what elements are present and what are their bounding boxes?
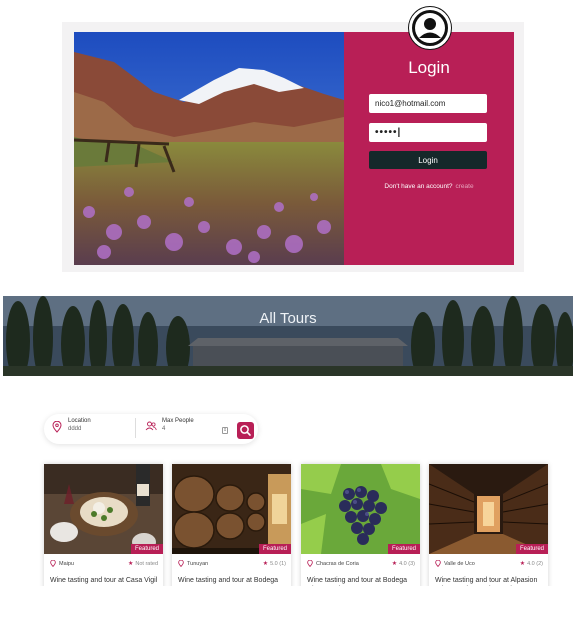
tour-title[interactable]: Wine tasting and tour at Bodega	[178, 576, 288, 585]
tour-card[interactable]: Featured Chacras de Coria ★ 4.0 (3) Wine…	[301, 464, 420, 594]
search-divider	[135, 418, 136, 438]
featured-badge: Featured	[130, 544, 163, 554]
tour-title[interactable]: Wine tasting and tour at Casa Vigil	[50, 576, 160, 585]
card-rating: ★ 4.0 (3)	[391, 560, 415, 568]
card-location: Tunuyan	[178, 560, 208, 567]
rating-text: 4.0 (2)	[527, 560, 543, 567]
location-pin-icon	[52, 421, 62, 433]
login-button[interactable]: Login	[369, 151, 487, 169]
star-icon: ★	[391, 561, 398, 567]
tour-card[interactable]: Featured Maipu ★ Not rated Wine tasting …	[44, 464, 163, 594]
featured-badge: Featured	[387, 544, 420, 554]
location-pin-icon	[307, 560, 313, 567]
location-label: Location	[68, 418, 91, 424]
signup-row: Don't have an account? create	[344, 183, 514, 190]
rating-text: 5.0 (1)	[270, 560, 286, 567]
search-button[interactable]	[237, 422, 254, 439]
card-location: Valle de Uco	[435, 560, 475, 567]
featured-badge: Featured	[258, 544, 291, 554]
people-icon	[145, 421, 157, 431]
max-people-field[interactable]: Max People 4	[162, 418, 194, 440]
card-rating: ★ 4.0 (2)	[519, 560, 543, 568]
card-rating: ★ Not rated	[127, 560, 158, 568]
star-icon: ★	[262, 561, 269, 567]
location-pin-icon	[435, 560, 441, 567]
tour-image	[301, 464, 420, 554]
location-pin-icon	[50, 560, 56, 567]
login-title: Login	[408, 58, 450, 77]
page-footer-space	[0, 586, 576, 642]
location-text: Chacras de Coria	[316, 560, 359, 567]
card-location: Chacras de Coria	[307, 560, 359, 567]
search-icon	[240, 425, 251, 436]
location-pin-icon	[178, 560, 184, 567]
featured-badge: Featured	[515, 544, 548, 554]
tour-image	[429, 464, 548, 554]
max-people-input[interactable]: 4	[162, 426, 194, 432]
page-title: All Tours	[259, 310, 317, 327]
tours-banner	[3, 296, 573, 376]
card-rating: ★ 5.0 (1)	[262, 560, 286, 568]
tour-image	[172, 464, 291, 554]
email-field[interactable]	[369, 94, 487, 113]
location-text: Valle de Uco	[444, 560, 475, 567]
star-icon: ★	[519, 561, 526, 567]
location-text: Maipu	[59, 560, 74, 567]
location-field[interactable]: Location dddd	[68, 418, 91, 440]
star-icon: ★	[127, 561, 134, 567]
people-stepper[interactable]: ⇕	[222, 427, 228, 434]
user-avatar-icon	[409, 7, 451, 49]
mountain-photo	[74, 32, 344, 265]
location-text: Tunuyan	[187, 560, 209, 567]
create-account-link[interactable]: create	[456, 183, 474, 190]
card-location: Maipu	[50, 560, 74, 567]
tour-card[interactable]: Featured Valle de Uco ★ 4.0 (2) Wine tas…	[429, 464, 548, 594]
signup-prompt: Don't have an account?	[384, 183, 453, 190]
location-input[interactable]: dddd	[68, 426, 91, 432]
tour-image	[44, 464, 163, 554]
rating-text: 4.0 (3)	[399, 560, 415, 567]
tour-card[interactable]: Featured Tunuyan ★ 5.0 (1) Wine tasting …	[172, 464, 291, 594]
rating-text: Not rated	[135, 560, 158, 567]
max-people-label: Max People	[162, 418, 194, 424]
password-field[interactable]	[369, 123, 487, 142]
